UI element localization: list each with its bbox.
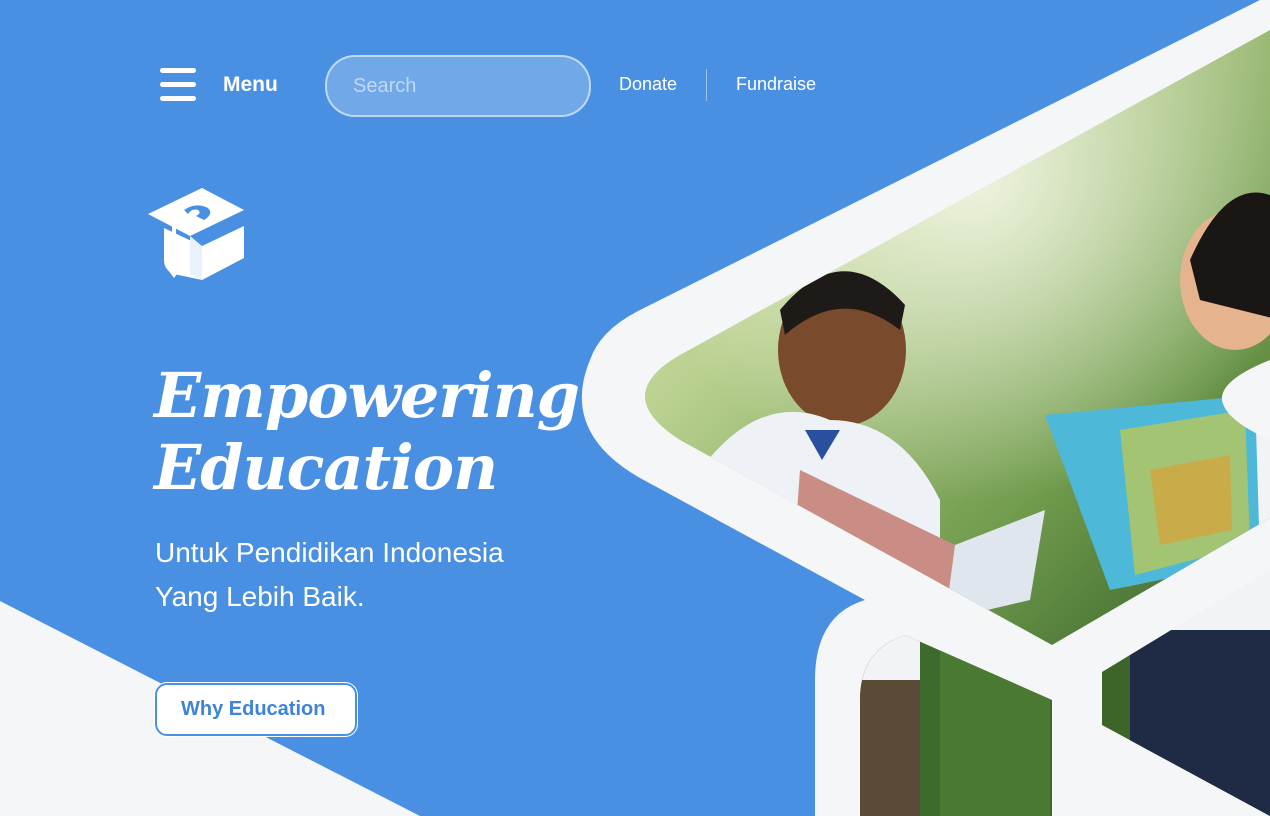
search-input[interactable] bbox=[353, 57, 573, 115]
hero-subtitle-line-2: Yang Lebih Baik. bbox=[155, 581, 365, 612]
hero-page: Menu Donate Fundraise Empowering Educati… bbox=[0, 0, 1270, 816]
hero-subtitle-line-1: Untuk Pendidikan Indonesia bbox=[155, 537, 504, 568]
top-navigation: Menu Donate Fundraise bbox=[0, 0, 1270, 170]
search-box[interactable] bbox=[325, 55, 591, 117]
hamburger-icon bbox=[158, 67, 196, 103]
why-education-button[interactable]: Why Education bbox=[155, 683, 357, 736]
menu-button[interactable]: Menu bbox=[158, 66, 278, 104]
graduation-cap-icon bbox=[148, 188, 244, 280]
nav-divider bbox=[706, 69, 707, 101]
hero-subtitle: Untuk Pendidikan Indonesia Yang Lebih Ba… bbox=[155, 531, 595, 619]
nav-link-donate[interactable]: Donate bbox=[619, 74, 677, 95]
nav-link-fundraise[interactable]: Fundraise bbox=[736, 74, 816, 95]
hero-title-line-2: Education bbox=[154, 431, 498, 504]
menu-label: Menu bbox=[223, 73, 278, 96]
hero-title: Empowering Education bbox=[154, 359, 580, 504]
hero-title-line-1: Empowering bbox=[154, 359, 580, 432]
